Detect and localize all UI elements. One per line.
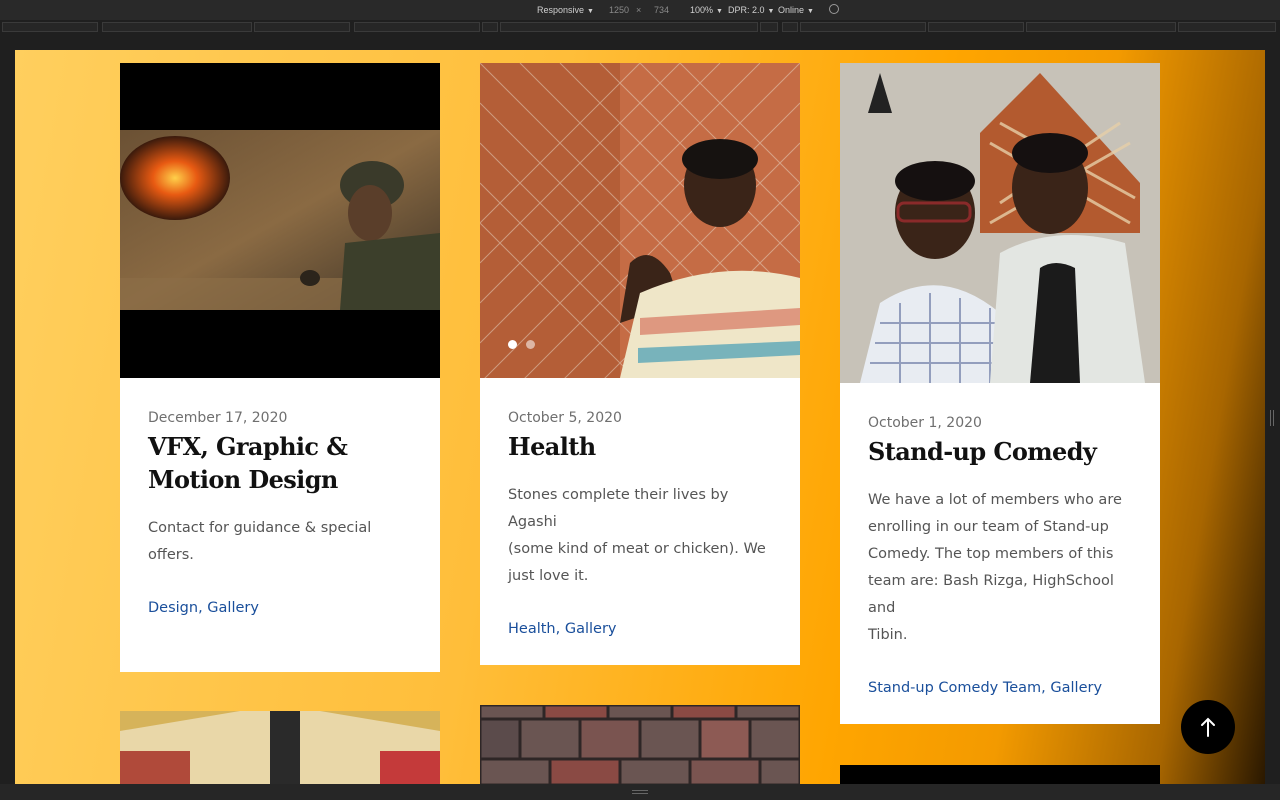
post-title-line: Motion Design <box>148 465 338 494</box>
category-separator: , <box>198 600 208 616</box>
post-excerpt: Contact for guidance & special offers. <box>148 515 412 569</box>
zoom-select[interactable]: 100% ▼ <box>690 5 723 15</box>
media-query-bar[interactable] <box>254 22 350 32</box>
category-link[interactable]: Gallery <box>565 621 617 637</box>
category-link[interactable]: Design <box>148 600 198 616</box>
category-separator: , <box>555 621 565 637</box>
post-date: October 1, 2020 <box>868 415 982 431</box>
rotate-icon[interactable] <box>829 4 839 14</box>
post-card-preview[interactable] <box>840 765 1160 784</box>
slider-dot-active[interactable] <box>508 340 517 349</box>
devtools-toolbar: Responsive ▼ 1250 × 734 100% ▼ DPR: 2.0 ▼ O… <box>0 0 1280 20</box>
media-query-ruler <box>0 20 1280 34</box>
post-body: October 1, 2020 Stand-up Comedy We have … <box>868 415 1132 696</box>
post-excerpt: Stones complete their lives by Agashi (s… <box>508 482 772 590</box>
post-title[interactable]: Health <box>508 430 772 463</box>
post-card-preview[interactable] <box>480 705 800 784</box>
arrow-up-icon <box>1201 717 1215 737</box>
post-excerpt-line: Stones complete their lives by Agashi <box>508 487 729 530</box>
post-card: October 1, 2020 Stand-up Comedy We have … <box>840 63 1160 724</box>
device-select-label: Responsive <box>537 5 585 15</box>
chevron-down-icon: ▼ <box>587 8 594 15</box>
post-image-svg <box>480 705 800 784</box>
device-select[interactable]: Responsive ▼ <box>537 5 594 15</box>
media-query-bar[interactable] <box>2 22 98 32</box>
post-image-svg <box>120 711 440 784</box>
media-query-bar[interactable] <box>1026 22 1176 32</box>
media-query-bar[interactable] <box>928 22 1024 32</box>
post-excerpt-line: Comedy. The top members of this <box>868 546 1114 562</box>
media-query-bar[interactable] <box>800 22 926 32</box>
post-excerpt-line: Contact for guidance & special <box>148 520 372 536</box>
media-query-bar[interactable] <box>102 22 252 32</box>
post-excerpt-line: team are: Bash Rizga, HighSchool and <box>868 573 1114 616</box>
post-body: October 5, 2020 Health Stones complete t… <box>508 410 772 637</box>
category-separator: , <box>1041 680 1051 696</box>
post-excerpt-line: offers. <box>148 547 194 563</box>
resize-handle-right[interactable] <box>1270 410 1274 426</box>
times-icon: × <box>636 5 642 15</box>
category-link[interactable]: Stand-up Comedy Team <box>868 680 1041 696</box>
height-input[interactable]: 734 <box>654 5 669 15</box>
post-title[interactable]: VFX, Graphic & Motion Design <box>148 430 412 496</box>
dpr-select[interactable]: DPR: 2.0 ▼ <box>728 5 774 15</box>
post-card-preview[interactable] <box>120 711 440 784</box>
post-image-slider[interactable] <box>480 63 800 378</box>
page-viewport: December 17, 2020 VFX, Graphic & Motion … <box>15 50 1265 784</box>
category-link[interactable]: Health <box>508 621 556 637</box>
post-date: October 5, 2020 <box>508 410 622 426</box>
chevron-down-icon: ▼ <box>807 8 814 15</box>
post-excerpt-line: We have a lot of members who are <box>868 492 1122 508</box>
chevron-down-icon: ▼ <box>767 8 775 15</box>
resize-handle-bottom[interactable] <box>632 790 648 794</box>
category-link[interactable]: Gallery <box>1050 680 1102 696</box>
post-image-svg <box>120 130 440 310</box>
post-card: December 17, 2020 VFX, Graphic & Motion … <box>120 63 440 672</box>
category-link[interactable]: Gallery <box>207 600 259 616</box>
post-categories: Design, Gallery <box>148 600 412 616</box>
post-body: December 17, 2020 VFX, Graphic & Motion … <box>148 410 412 616</box>
media-query-bar[interactable] <box>782 22 798 32</box>
post-categories: Stand-up Comedy Team, Gallery <box>868 680 1132 696</box>
media-query-bar[interactable] <box>760 22 778 32</box>
post-image-svg <box>480 63 800 378</box>
post-excerpt-line: just love it. <box>508 568 589 584</box>
post-title-line: Stand-up Comedy <box>868 437 1097 466</box>
width-input[interactable]: 1250 <box>609 5 629 15</box>
post-image[interactable] <box>840 63 1160 383</box>
network-select[interactable]: Online ▼ <box>778 5 814 15</box>
post-date: December 17, 2020 <box>148 410 288 426</box>
post-excerpt-line: Tibin. <box>868 627 908 643</box>
post-image-svg <box>840 63 1160 383</box>
media-query-bar[interactable] <box>354 22 480 32</box>
post-title-line: Health <box>508 432 596 461</box>
post-image[interactable] <box>120 63 440 378</box>
slider-dot[interactable] <box>526 340 535 349</box>
media-query-bar[interactable] <box>500 22 758 32</box>
post-excerpt: We have a lot of members who are enrolli… <box>868 487 1132 649</box>
media-query-bar[interactable] <box>1178 22 1276 32</box>
zoom-select-label: 100% <box>690 5 714 15</box>
media-query-bar[interactable] <box>482 22 498 32</box>
post-title-line: VFX, Graphic & <box>148 432 348 461</box>
post-title[interactable]: Stand-up Comedy <box>868 435 1132 468</box>
dpr-select-label: DPR: 2.0 <box>728 5 765 15</box>
post-excerpt-line: enrolling in our team of Stand-up <box>868 519 1109 535</box>
network-select-label: Online <box>778 5 805 15</box>
back-to-top-button[interactable] <box>1181 700 1235 754</box>
post-categories: Health, Gallery <box>508 621 772 637</box>
chevron-down-icon: ▼ <box>716 8 723 15</box>
post-excerpt-line: (some kind of meat or chicken). We <box>508 541 766 557</box>
post-card: October 5, 2020 Health Stones complete t… <box>480 63 800 665</box>
